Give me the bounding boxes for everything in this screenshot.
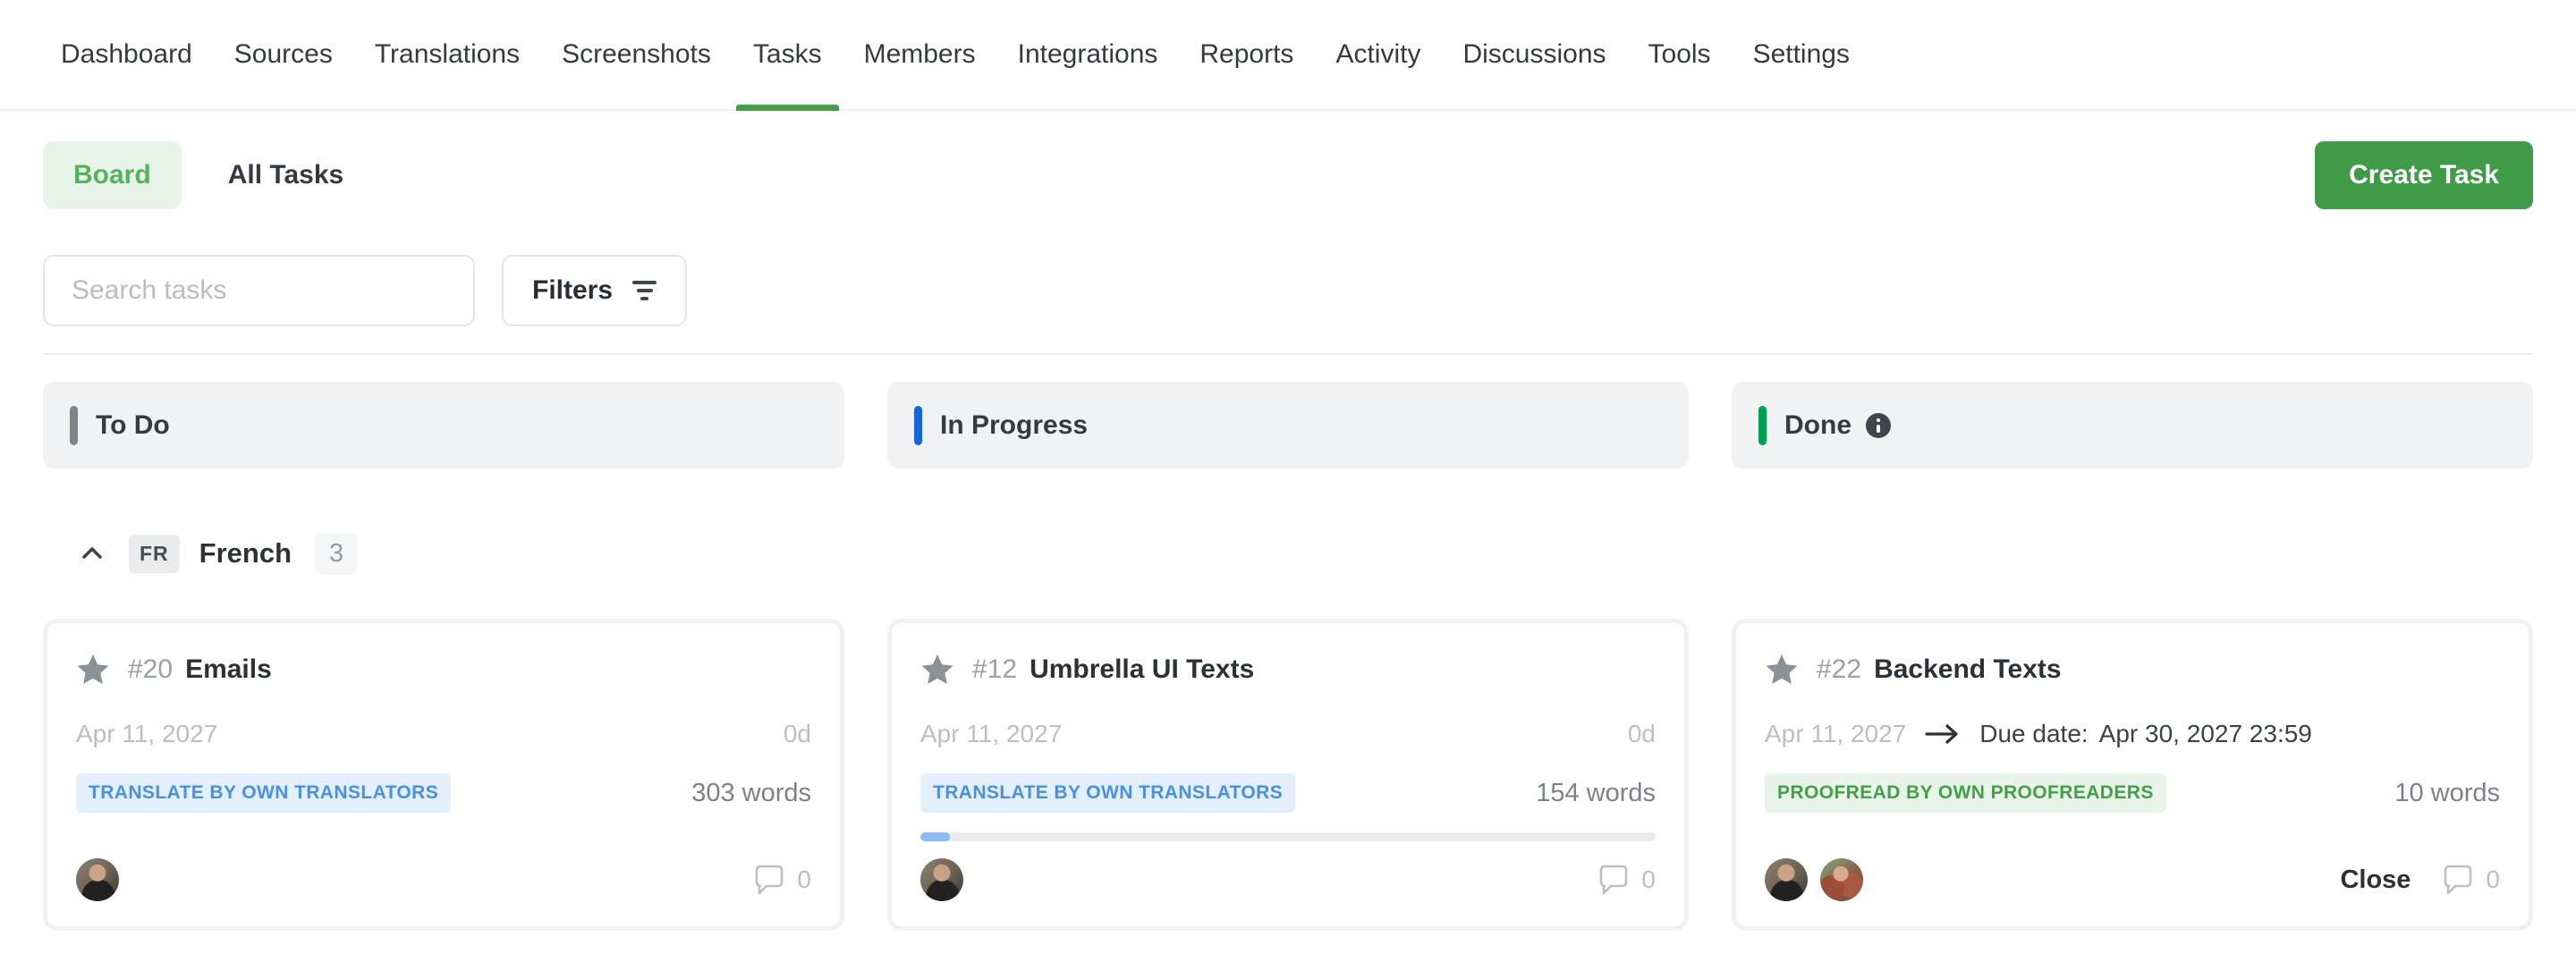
task-card[interactable]: #22 Backend Texts Apr 11, 2027 Due date:… <box>1732 619 2533 931</box>
search-tasks-input[interactable] <box>43 255 475 326</box>
comment-bubble-icon <box>1597 864 1631 896</box>
assignee-avatar <box>1820 858 1863 901</box>
filters-button-label: Filters <box>532 275 613 306</box>
comment-bubble-icon <box>2441 864 2475 896</box>
task-card[interactable]: #12 Umbrella UI Texts Apr 11, 2027 0d TR… <box>887 619 1689 931</box>
task-created-date: Apr 11, 2027 <box>1765 720 1906 748</box>
filters-button[interactable]: Filters <box>502 255 687 326</box>
comments-control[interactable]: 0 <box>1597 864 1656 896</box>
favorite-star-icon[interactable] <box>1765 654 1799 686</box>
assignee-avatar <box>1765 858 1808 901</box>
board-column-headers: To Do In Progress Done <box>43 382 2533 468</box>
task-count-badge: 3 <box>315 533 358 575</box>
comment-count: 0 <box>797 865 811 894</box>
status-badge: TRANSLATE BY OWN TRANSLATORS <box>76 773 451 813</box>
done-status-bar <box>1758 406 1767 445</box>
filter-lines-icon <box>632 281 657 300</box>
word-count: 303 words <box>691 779 811 808</box>
assignee-avatar <box>76 858 119 901</box>
view-toolbar: Board All Tasks Create Task <box>43 141 2533 209</box>
comments-control[interactable]: 0 <box>2441 864 2500 896</box>
column-label: Done <box>1784 410 1852 441</box>
chevron-up-icon[interactable] <box>79 540 106 567</box>
task-cards-row: #20 Emails Apr 11, 2027 0d TRANSLATE BY … <box>43 619 2533 931</box>
tab-settings[interactable]: Settings <box>1753 0 1850 109</box>
section-divider <box>43 353 2533 355</box>
comments-control[interactable]: 0 <box>752 864 811 896</box>
word-count: 10 words <box>2394 779 2500 808</box>
status-badge: PROOFREAD BY OWN PROOFREADERS <box>1765 773 2166 813</box>
task-card[interactable]: #20 Emails Apr 11, 2027 0d TRANSLATE BY … <box>43 619 844 931</box>
task-duration: 0d <box>1628 720 1656 748</box>
todo-status-bar <box>70 406 78 445</box>
tab-translations[interactable]: Translations <box>375 0 520 109</box>
language-code-badge: FR <box>129 535 180 573</box>
task-number: #22 <box>1817 654 1861 685</box>
due-date-value: Apr 30, 2027 23:59 <box>2099 720 2312 748</box>
tab-sources[interactable]: Sources <box>234 0 333 109</box>
tab-screenshots[interactable]: Screenshots <box>562 0 711 109</box>
comment-count: 0 <box>1641 865 1656 894</box>
favorite-star-icon[interactable] <box>920 654 954 686</box>
language-name: French <box>199 537 292 570</box>
in-progress-status-bar <box>914 406 922 445</box>
column-header-done: Done <box>1732 382 2533 468</box>
tab-integrations[interactable]: Integrations <box>1018 0 1158 109</box>
close-task-button[interactable]: Close <box>2340 865 2411 895</box>
column-header-todo: To Do <box>43 382 844 468</box>
task-created-date: Apr 11, 2027 <box>920 720 1062 748</box>
board-view-toggle[interactable]: Board <box>43 141 182 209</box>
tab-reports[interactable]: Reports <box>1199 0 1293 109</box>
task-title: Backend Texts <box>1874 654 2062 685</box>
task-number: #12 <box>972 654 1017 685</box>
column-label: In Progress <box>940 410 1088 441</box>
task-number: #20 <box>128 654 173 685</box>
search-filter-row: Filters <box>43 255 2533 326</box>
comment-bubble-icon <box>752 864 786 896</box>
arrow-right-icon <box>1924 722 1962 746</box>
assignee-avatar <box>920 858 963 901</box>
comment-count: 0 <box>2486 865 2500 894</box>
tab-discussions[interactable]: Discussions <box>1462 0 1606 109</box>
column-header-in-progress: In Progress <box>887 382 1689 468</box>
tab-tools[interactable]: Tools <box>1648 0 1711 109</box>
progress-bar-fill <box>920 832 950 841</box>
all-tasks-view-toggle[interactable]: All Tasks <box>228 160 344 190</box>
column-label: To Do <box>96 410 170 441</box>
tab-members[interactable]: Members <box>864 0 976 109</box>
info-icon[interactable] <box>1866 413 1891 438</box>
task-created-date: Apr 11, 2027 <box>76 720 217 748</box>
due-date-label: Due date: <box>1979 720 2088 748</box>
word-count: 154 words <box>1536 779 1656 808</box>
task-title: Umbrella UI Texts <box>1030 654 1254 685</box>
tab-dashboard[interactable]: Dashboard <box>61 0 192 109</box>
favorite-star-icon[interactable] <box>76 654 110 686</box>
task-title: Emails <box>185 654 272 685</box>
tab-tasks[interactable]: Tasks <box>753 0 822 109</box>
progress-bar <box>920 832 1656 841</box>
create-task-button[interactable]: Create Task <box>2315 141 2533 209</box>
language-group-header[interactable]: FR French 3 <box>79 524 2533 583</box>
task-duration: 0d <box>784 720 811 748</box>
tab-activity[interactable]: Activity <box>1335 0 1420 109</box>
top-navigation: Dashboard Sources Translations Screensho… <box>0 0 2576 111</box>
status-badge: TRANSLATE BY OWN TRANSLATORS <box>920 773 1295 813</box>
